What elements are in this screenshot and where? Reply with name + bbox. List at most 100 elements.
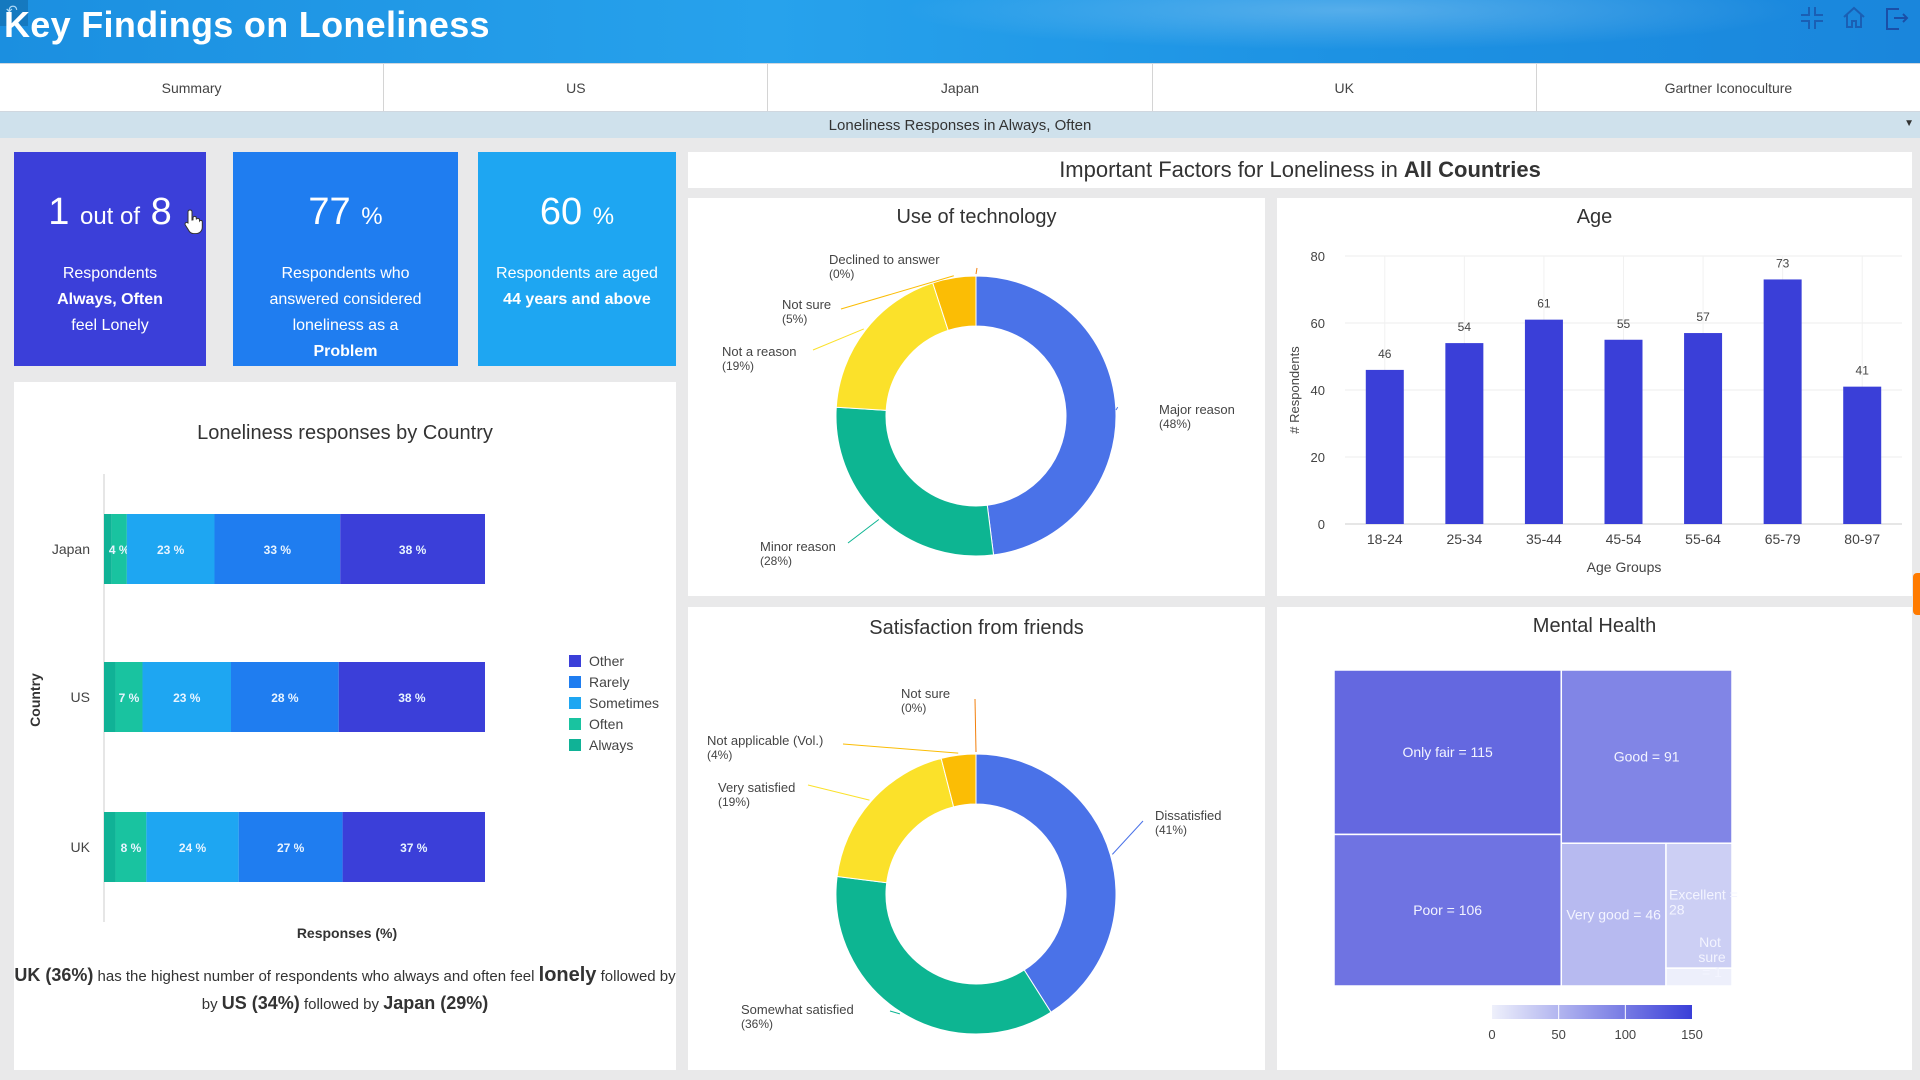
donut-label-value: (41%)	[1155, 823, 1187, 837]
legend-label: Other	[589, 652, 625, 669]
bar-data-label: 61	[1537, 297, 1551, 311]
treemap-label: sure	[1698, 949, 1725, 965]
donut-label: Somewhat satisfied	[741, 1002, 854, 1017]
donut-label-value: (5%)	[782, 312, 807, 326]
legend-item-other[interactable]: Other	[569, 650, 659, 671]
donut-slice-dissatisfied[interactable]	[975, 753, 1117, 1013]
filter-dropdown[interactable]: Loneliness Responses in Always, Often ▼	[0, 112, 1920, 138]
bar-data-label: 28 %	[271, 691, 299, 705]
donut-label-value: (0%)	[829, 267, 854, 281]
donut-connector	[974, 698, 977, 753]
kpi-desc-line: Respondents who	[281, 265, 410, 282]
kpi-card-problem[interactable]: 77 % Respondents who answered considered…	[233, 152, 458, 366]
donut-label-value: (36%)	[741, 1017, 773, 1031]
legend-item-always[interactable]: Always	[569, 734, 659, 755]
treemap-cell-not-sure[interactable]	[1665, 967, 1733, 987]
technology-donut-chart: Major reason(48%) Minor reason(28%) Not a …	[722, 252, 1235, 568]
app-header: ↶ Key Findings on Loneliness	[0, 0, 1920, 63]
bar-data-label: 57	[1696, 310, 1710, 324]
chevron-down-icon: ▼	[1904, 118, 1914, 129]
kpi-desc-line: answered considered	[269, 291, 422, 308]
kpi-card-lonely-ratio[interactable]: 1 out of 8 Respondents Always, Often fee…	[14, 152, 206, 366]
insight-caption: UK (36%) has the highest number of respo…	[14, 962, 676, 1018]
age-panel: Age 0 20 40 60 80 46 18-24 54 25-34 61 35-44 55 45-5…	[1277, 198, 1912, 596]
donut-label: Dissatisfied	[1155, 808, 1221, 823]
bar-data-label: 4 %	[109, 543, 130, 557]
donut-label-value: (19%)	[722, 359, 754, 373]
kpi-value: 60 %	[478, 190, 676, 239]
bar-segment-always[interactable]	[104, 812, 116, 882]
donut-label-value: (48%)	[1159, 417, 1191, 431]
section-title-text: Important Factors for Loneliness in	[1059, 157, 1398, 182]
donut-connector	[1111, 820, 1144, 855]
donut-connector	[807, 784, 870, 801]
kpi-description: Respondents who answered considered lone…	[233, 261, 458, 365]
bar-data-label: 46	[1378, 347, 1392, 361]
collapse-button[interactable]	[1798, 4, 1826, 32]
age-bar[interactable]	[1763, 279, 1802, 524]
tab-uk[interactable]: UK	[1153, 64, 1537, 111]
x-tick-label: 25-34	[1446, 531, 1482, 547]
tab-summary[interactable]: Summary	[0, 64, 385, 111]
age-bar[interactable]	[1524, 319, 1563, 524]
treemap-label: Good = 91	[1614, 749, 1680, 765]
chart-legend: Other Rarely Sometimes Often Always	[569, 650, 659, 755]
x-tick-label: 18-24	[1367, 531, 1403, 547]
kpi-description: Respondents Always, Often feel Lonely	[14, 261, 206, 339]
donut-label-value: (19%)	[718, 795, 750, 809]
treemap-label: Not	[1699, 934, 1721, 950]
donut-label-value: (0%)	[901, 701, 926, 715]
donut-label-value: (28%)	[760, 554, 792, 568]
age-bar[interactable]	[1604, 339, 1643, 524]
bar-data-label: 23 %	[157, 543, 185, 557]
legend-label: Rarely	[589, 673, 630, 690]
legend-item-sometimes[interactable]: Sometimes	[569, 692, 659, 713]
y-tick-label: UK	[71, 839, 91, 855]
legend-item-rarely[interactable]: Rarely	[569, 671, 659, 692]
tab-japan[interactable]: Japan	[768, 64, 1153, 111]
kpi-value: 1 out of 8	[14, 190, 206, 239]
donut-slice-somewhat-satisfied[interactable]	[835, 875, 1052, 1035]
age-bar[interactable]	[1445, 343, 1484, 524]
kpi-number: 77	[308, 191, 351, 233]
y-tick-label: 60	[1311, 316, 1325, 331]
tab-us[interactable]: US	[384, 64, 769, 111]
legend-swatch	[569, 696, 581, 709]
donut-connector	[975, 267, 978, 275]
donut-slice-very-satisfied[interactable]	[836, 757, 955, 884]
caption-us: US (34%)	[221, 993, 300, 1013]
kpi-desc-line: loneliness as a	[292, 317, 399, 334]
donut-label: Major reason	[1159, 402, 1235, 417]
donut-label: Declined to answer	[829, 252, 940, 267]
kpi-card-age[interactable]: 60 % Respondents are aged 44 years and a…	[478, 152, 676, 366]
age-bar[interactable]	[1843, 386, 1882, 524]
kpi-unit: %	[361, 203, 383, 230]
kpi-desc-bold: Problem	[313, 343, 378, 360]
donut-connector	[842, 743, 959, 754]
donut-connector	[889, 1010, 901, 1015]
x-tick-label: 35-44	[1526, 531, 1562, 547]
kpi-number: 1	[48, 191, 70, 233]
bar-segment-always[interactable]	[104, 662, 116, 732]
donut-connector	[847, 519, 880, 544]
donut-slice-not-a-reason[interactable]	[835, 282, 949, 411]
exit-icon	[1886, 8, 1909, 30]
caption-japan: Japan (29%)	[383, 993, 489, 1013]
kpi-unit: %	[592, 203, 615, 230]
y-axis-label: # Respondents	[1287, 346, 1302, 434]
tab-bar: Summary US Japan UK Gartner Iconoculture	[0, 63, 1920, 112]
legend-swatch	[569, 675, 581, 688]
legend-item-often[interactable]: Often	[569, 713, 659, 734]
kpi-number: 60	[539, 191, 583, 233]
caption-text: has the highest number of respondents wh…	[97, 968, 535, 985]
bar-data-label: 54	[1458, 320, 1472, 334]
tab-gartner-iconoculture[interactable]: Gartner Iconoculture	[1537, 64, 1920, 111]
donut-slice-major-reason[interactable]	[975, 275, 1117, 556]
x-tick-label: 65-79	[1765, 531, 1801, 547]
age-bar[interactable]	[1365, 369, 1404, 524]
x-tick-label: 45-54	[1606, 531, 1642, 547]
exit-button[interactable]	[1882, 4, 1910, 32]
age-bar[interactable]	[1684, 333, 1723, 524]
home-button[interactable]	[1840, 4, 1868, 32]
side-panel-toggle[interactable]	[1913, 573, 1920, 615]
